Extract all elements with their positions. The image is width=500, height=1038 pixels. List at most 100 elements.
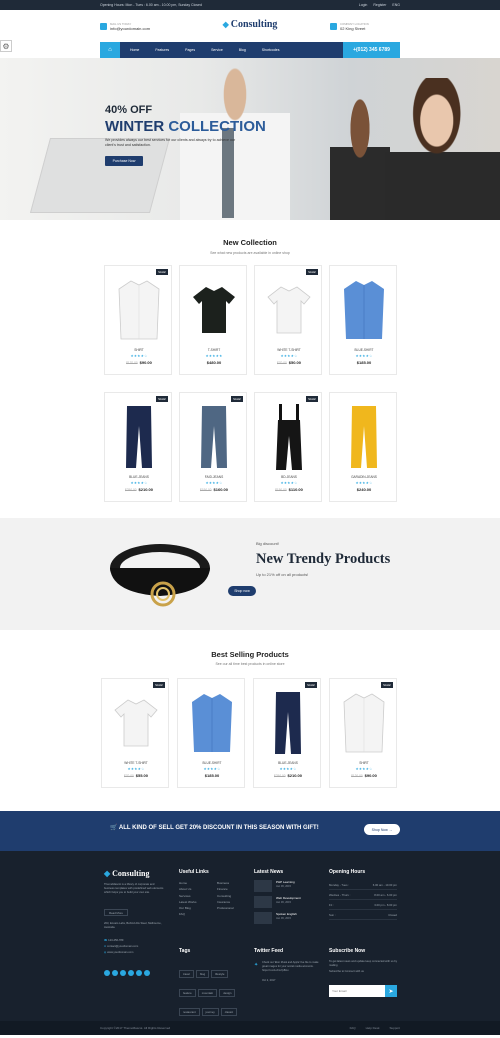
tag-link[interactable]: restaurant <box>179 1008 200 1016</box>
product-name[interactable]: SHIRT <box>330 761 398 765</box>
product-name[interactable]: WHITE T-SHIRT <box>102 761 170 765</box>
current-price: $210.00 <box>287 773 302 778</box>
product-card[interactable]: SALE! BD-JEANS ★★★★☆ $150.00 $110.00 <box>254 392 322 502</box>
footer-web[interactable]: ◍ www.yourdomain.com <box>104 950 133 955</box>
login-link[interactable]: Login <box>359 3 368 7</box>
product-card[interactable]: BLUE-SHIRT ★★★★☆ $185.00 <box>329 265 397 375</box>
product-card[interactable]: SALE! BLUE-JEANS ★★★★☆ $250.00 $210.00 <box>104 392 172 502</box>
tag-link[interactable]: travel <box>179 970 194 978</box>
subscribe-link[interactable]: Subscribe to Connect with us <box>329 969 364 974</box>
subscribe-text: To get latest news and update keep conne… <box>329 960 398 967</box>
tag-link[interactable]: lifestyle <box>211 970 229 978</box>
tag-link[interactable]: classic <box>220 1008 238 1016</box>
home-icon[interactable]: ⌂ <box>100 42 120 58</box>
tag-link[interactable]: blog <box>195 970 210 978</box>
read-more-button[interactable]: Read More <box>104 909 128 916</box>
nav-item-service[interactable]: Service <box>203 48 231 52</box>
footer-logo[interactable]: ◆ Consulting <box>104 869 150 878</box>
language-selector[interactable]: ENG <box>392 3 400 7</box>
product-image[interactable] <box>330 401 398 473</box>
product-card[interactable]: T-SHIRT ★★★★★ $480.00 <box>179 265 247 375</box>
nav-item-home[interactable]: Home <box>120 48 147 52</box>
google-plus-icon[interactable] <box>120 970 126 976</box>
shop-now-button[interactable]: Shop now <box>228 586 256 596</box>
footer-link[interactable]: FAQ <box>179 911 196 917</box>
news-item[interactable]: Web Development Jan 06, 2015 <box>254 896 301 908</box>
facebook-icon[interactable] <box>104 970 110 976</box>
product-name[interactable]: SHIRT <box>105 348 173 352</box>
youtube-icon[interactable] <box>144 970 150 976</box>
product-image[interactable] <box>254 687 322 759</box>
tag-link[interactable]: journey <box>201 1008 219 1016</box>
nav-item-features[interactable]: Features <box>147 48 177 52</box>
product-name[interactable]: GARADIN-JEANS <box>330 475 398 479</box>
product-card[interactable]: SALE! FAID-JEANS ★★★★☆ $190.00 $160.00 <box>179 392 247 502</box>
product-image[interactable] <box>330 687 398 759</box>
product-name[interactable]: BLUE-SHIRT <box>178 761 246 765</box>
product-card[interactable]: SALE! SHIRT ★★★★☆ $120.00 $90.00 <box>329 678 397 788</box>
product-card[interactable]: SALE! WHITE T-SHIRT ★★★★☆ $70.00 $50.00 <box>254 265 322 375</box>
product-card[interactable]: BLUE-SHIRT ★★★★☆ $185.00 <box>177 678 245 788</box>
phone-number[interactable]: +(012) 345 6789 <box>343 42 400 58</box>
hours-time: 8.00 am - 6.00 pm <box>374 893 397 897</box>
subscribe-email-input[interactable]: Your Email <box>329 985 385 997</box>
instagram-icon[interactable] <box>128 970 134 976</box>
tag-link[interactable]: feature <box>179 989 196 997</box>
hero-slider <box>0 58 500 220</box>
subscribe-title: Subscribe Now <box>329 948 366 954</box>
product-price: $250.00 $210.00 <box>105 487 173 492</box>
tag-link[interactable]: mountain <box>197 989 218 997</box>
product-image[interactable] <box>180 401 248 473</box>
current-price: $480.00 <box>206 360 222 365</box>
product-image[interactable] <box>105 274 173 346</box>
register-link[interactable]: Register <box>373 3 386 7</box>
current-price: $90.00 <box>364 773 377 778</box>
old-price: $250.00 <box>274 774 286 778</box>
product-name[interactable]: BLUE-JEANS <box>254 761 322 765</box>
nav-item-blog[interactable]: Blog <box>231 48 254 52</box>
product-price: $250.00 $210.00 <box>254 773 322 778</box>
footer-link[interactable]: Consulting <box>217 893 234 899</box>
nav-item-pages[interactable]: Pages <box>177 48 203 52</box>
product-image[interactable] <box>255 401 323 473</box>
hours-row: Fri : 3.00 pm - 8.00 pm <box>329 903 397 910</box>
bottom-link-help-desk[interactable]: Help Desk <box>366 1026 380 1030</box>
product-card[interactable]: SALE! WHITE T-SHIRT ★★★★☆ $70.00 $55.00 <box>101 678 169 788</box>
send-icon[interactable]: ➤ <box>385 985 397 997</box>
footer-email[interactable]: ✉ contact@yourdomain.com <box>104 944 138 949</box>
star-rating-icon: ★★★★☆ <box>130 354 148 358</box>
product-card[interactable]: GARADIN-JEANS ★★★★☆ $240.00 <box>329 392 397 502</box>
product-image[interactable] <box>105 401 173 473</box>
hero-person-image <box>330 98 390 220</box>
nav-item-shortcodes[interactable]: Shortcodes <box>254 48 288 52</box>
news-item[interactable]: Spoken English Jan 06, 2015 <box>254 912 297 924</box>
twitter-icon[interactable] <box>112 970 118 976</box>
product-card[interactable]: SALE! BLUE-JEANS ★★★★☆ $250.00 $210.00 <box>253 678 321 788</box>
product-image[interactable] <box>180 274 248 346</box>
product-image[interactable] <box>178 687 246 759</box>
bottom-link-faq[interactable]: FAQ <box>350 1026 356 1030</box>
tag-link[interactable]: design <box>219 989 236 997</box>
product-image[interactable] <box>330 274 398 346</box>
diamond-icon: ◆ <box>104 869 113 878</box>
footer-link[interactable]: Professional <box>217 905 234 911</box>
product-name[interactable]: BLUE-SHIRT <box>330 348 398 352</box>
product-name[interactable]: BLUE-JEANS <box>105 475 173 479</box>
settings-gear-icon[interactable]: ⚙ <box>0 40 12 52</box>
banner-shop-button[interactable]: Shop Now → <box>364 824 400 835</box>
product-name[interactable]: WHITE T-SHIRT <box>255 348 323 352</box>
news-item[interactable]: PHP Learning Jan 06, 2015 <box>254 880 295 892</box>
bottom-link-support[interactable]: Support <box>389 1026 400 1030</box>
hours-row: Wednes - Thurs : 8.00 am - 6.00 pm <box>329 893 397 900</box>
product-name[interactable]: FAID-JEANS <box>180 475 248 479</box>
site-logo[interactable]: ◆ Consulting <box>0 19 500 30</box>
footer <box>0 851 500 1021</box>
product-image[interactable] <box>102 687 170 759</box>
purchase-now-button[interactable]: Purchase Now <box>105 156 143 166</box>
product-card[interactable]: SALE! SHIRT ★★★★☆ $170.00 $90.00 <box>104 265 172 375</box>
product-image[interactable] <box>255 274 323 346</box>
product-name[interactable]: T-SHIRT <box>180 348 248 352</box>
product-name[interactable]: BD-JEANS <box>255 475 323 479</box>
linkedin-icon[interactable] <box>136 970 142 976</box>
promo-small-text: Big discount! <box>256 541 279 546</box>
